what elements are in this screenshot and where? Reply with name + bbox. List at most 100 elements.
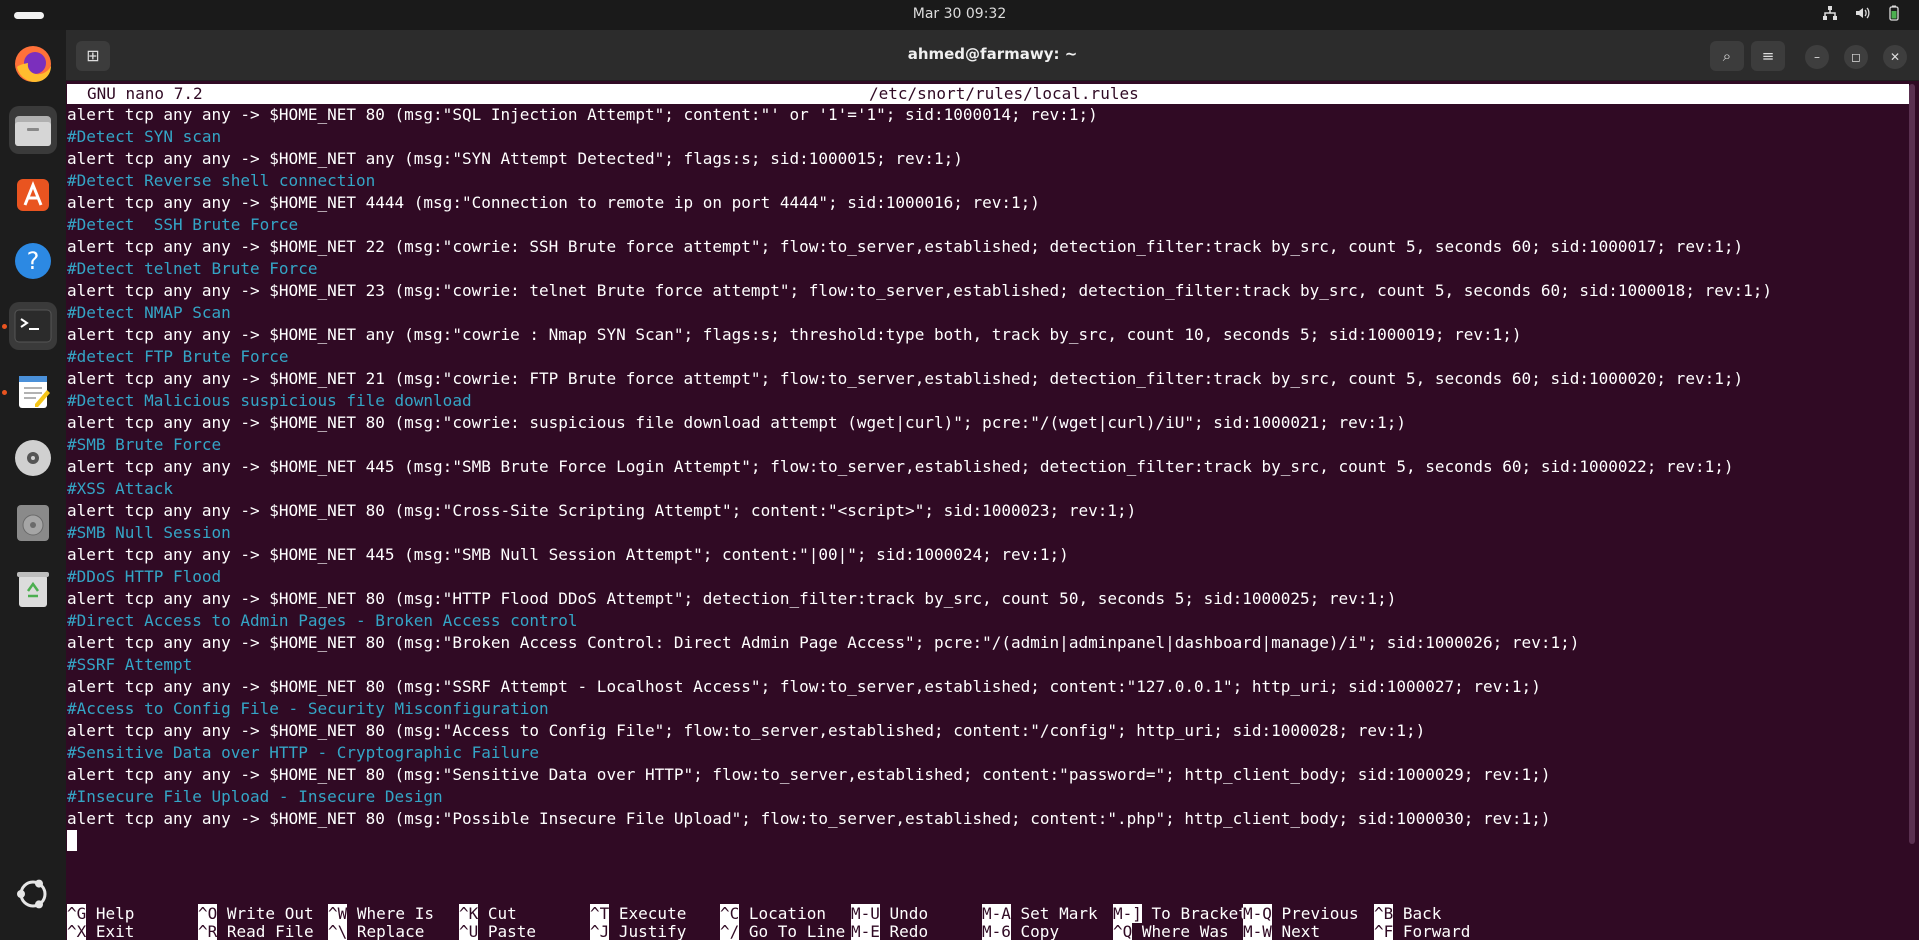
shortcut-label: Where Was — [1132, 922, 1229, 940]
text-editor-icon[interactable] — [9, 368, 57, 416]
close-button[interactable]: ✕ — [1883, 45, 1907, 69]
nano-title-bar: GNU nano 7.2 /etc/snort/rules/local.rule… — [67, 84, 1909, 104]
scrollbar[interactable] — [1909, 84, 1915, 844]
help-icon[interactable]: ? — [9, 237, 57, 285]
shortcut-go-to-line[interactable]: ^/ Go To Line — [720, 921, 845, 940]
rule-line[interactable]: alert tcp any any -> $HOME_NET 80 (msg:"… — [67, 764, 1909, 786]
shortcut-label: Next — [1271, 922, 1321, 940]
rule-line[interactable]: alert tcp any any -> $HOME_NET 80 (msg:"… — [67, 104, 1909, 126]
firefox-icon[interactable] — [9, 40, 57, 88]
rule-line[interactable]: alert tcp any any -> $HOME_NET 21 (msg:"… — [67, 368, 1909, 390]
trash-icon[interactable] — [9, 565, 57, 613]
shortcut-key: M-W — [1243, 922, 1272, 940]
rule-line[interactable]: alert tcp any any -> $HOME_NET 80 (msg:"… — [67, 500, 1909, 522]
comment-line[interactable]: #SMB Brute Force — [67, 434, 1909, 456]
rule-line[interactable]: alert tcp any any -> $HOME_NET 23 (msg:"… — [67, 280, 1909, 302]
rule-line[interactable]: alert tcp any any -> $HOME_NET 4444 (msg… — [67, 192, 1909, 214]
shortcut-key: ^/ — [720, 922, 740, 940]
dock: ? — [0, 30, 66, 940]
comment-line[interactable]: #Detect NMAP Scan — [67, 302, 1909, 324]
svg-text:?: ? — [27, 247, 40, 275]
nano-version: GNU nano 7.2 — [87, 84, 203, 103]
disc-icon[interactable] — [9, 499, 57, 547]
comment-line[interactable]: #Insecure File Upload - Insecure Design — [67, 786, 1909, 808]
shortcut-replace[interactable]: ^\ Replace — [328, 921, 424, 940]
shortcut-key: ^F — [1374, 922, 1394, 940]
nano-editor[interactable]: GNU nano 7.2 /etc/snort/rules/local.rule… — [66, 81, 1919, 940]
text-cursor — [67, 830, 77, 851]
running-indicator — [2, 324, 7, 329]
rule-line[interactable]: alert tcp any any -> $HOME_NET 22 (msg:"… — [67, 236, 1909, 258]
shortcut-key: M-E — [851, 922, 880, 940]
shortcut-key: ^R — [198, 922, 218, 940]
shortcut-label: Redo — [879, 922, 929, 940]
comment-line[interactable]: #detect FTP Brute Force — [67, 346, 1909, 368]
shortcut-next[interactable]: M-W Next — [1243, 921, 1320, 940]
terminal-icon[interactable] — [9, 302, 57, 350]
maximize-button[interactable]: ◻ — [1844, 45, 1868, 69]
comment-line[interactable]: #Detect Reverse shell connection — [67, 170, 1909, 192]
shortcut-key: M-6 — [982, 922, 1011, 940]
running-indicator — [2, 390, 7, 395]
shortcut-key: ^X — [67, 922, 87, 940]
shortcut-paste[interactable]: ^U Paste — [459, 921, 536, 940]
search-button[interactable]: ⌕ — [1710, 41, 1744, 71]
comment-line[interactable]: #SSRF Attempt — [67, 654, 1909, 676]
disc-icon[interactable] — [9, 434, 57, 482]
shortcut-where-was[interactable]: ^Q Where Was — [1113, 921, 1229, 940]
rule-line[interactable]: alert tcp any any -> $HOME_NET 80 (msg:"… — [67, 412, 1909, 434]
shortcut-label: Paste — [478, 922, 537, 940]
menu-button[interactable]: ≡ — [1751, 41, 1785, 71]
shortcut-justify[interactable]: ^J Justify — [590, 921, 686, 940]
rule-line[interactable]: alert tcp any any -> $HOME_NET 80 (msg:"… — [67, 808, 1909, 830]
comment-line[interactable]: #Detect SSH Brute Force — [67, 214, 1909, 236]
ubuntu-logo-icon[interactable] — [9, 870, 57, 918]
system-tray[interactable] — [1821, 5, 1903, 23]
shortcut-key: ^\ — [328, 922, 348, 940]
rule-line[interactable]: alert tcp any any -> $HOME_NET 80 (msg:"… — [67, 676, 1909, 698]
network-icon[interactable] — [1821, 5, 1839, 23]
comment-line[interactable]: #Detect telnet Brute Force — [67, 258, 1909, 280]
shortcut-label: Replace — [347, 922, 425, 940]
comment-line[interactable]: #Access to Config File - Security Miscon… — [67, 698, 1909, 720]
folder-icon[interactable] — [9, 106, 57, 154]
cursor-line[interactable] — [67, 830, 1909, 852]
minimize-button[interactable]: – — [1805, 45, 1829, 69]
window-title: ahmed@farmawy: ~ — [907, 45, 1078, 63]
comment-line[interactable]: #SMB Null Session — [67, 522, 1909, 544]
app-center-icon[interactable] — [9, 171, 57, 219]
comment-line[interactable]: #Sensitive Data over HTTP - Cryptographi… — [67, 742, 1909, 764]
shortcut-read-file[interactable]: ^R Read File — [198, 921, 314, 940]
rule-line[interactable]: alert tcp any any -> $HOME_NET 80 (msg:"… — [67, 632, 1909, 654]
shortcut-label: Read File — [217, 922, 314, 940]
shortcut-label: Justify — [609, 922, 687, 940]
shortcut-forward[interactable]: ^F Forward — [1374, 921, 1470, 940]
battery-icon[interactable] — [1885, 5, 1903, 23]
rule-line[interactable]: alert tcp any any -> $HOME_NET any (msg:… — [67, 324, 1909, 346]
shortcut-key: ^U — [459, 922, 479, 940]
rule-line[interactable]: alert tcp any any -> $HOME_NET 80 (msg:"… — [67, 588, 1909, 610]
comment-line[interactable]: #XSS Attack — [67, 478, 1909, 500]
terminal-window: ⊞ ahmed@farmawy: ~ ⌕ ≡ – ◻ ✕ GNU nano 7.… — [66, 30, 1919, 940]
comment-line[interactable]: #Detect Malicious suspicious file downlo… — [67, 390, 1909, 412]
comment-line[interactable]: #Detect SYN scan — [67, 126, 1909, 148]
rule-line[interactable]: alert tcp any any -> $HOME_NET 445 (msg:… — [67, 456, 1909, 478]
shortcut-copy[interactable]: M-6 Copy — [982, 921, 1059, 940]
rule-line[interactable]: alert tcp any any -> $HOME_NET any (msg:… — [67, 148, 1909, 170]
top-bar: Mar 30 09:32 — [0, 0, 1919, 30]
rule-line[interactable]: alert tcp any any -> $HOME_NET 80 (msg:"… — [67, 720, 1909, 742]
clock[interactable]: Mar 30 09:32 — [0, 6, 1919, 22]
shortcut-redo[interactable]: M-E Redo — [851, 921, 928, 940]
nano-filename: /etc/snort/rules/local.rules — [869, 84, 1139, 103]
rule-line[interactable]: alert tcp any any -> $HOME_NET 445 (msg:… — [67, 544, 1909, 566]
shortcut-label: Exit — [86, 922, 135, 940]
comment-line[interactable]: #DDoS HTTP Flood — [67, 566, 1909, 588]
shortcut-key: ^J — [590, 922, 610, 940]
window-header: ⊞ ahmed@farmawy: ~ ⌕ ≡ – ◻ ✕ — [66, 30, 1919, 81]
shortcut-exit[interactable]: ^X Exit — [67, 921, 134, 940]
volume-icon[interactable] — [1853, 5, 1871, 23]
editor-buffer[interactable]: alert tcp any any -> $HOME_NET 80 (msg:"… — [67, 104, 1909, 852]
shortcut-label: Copy — [1010, 922, 1060, 940]
shortcut-label: Forward — [1393, 922, 1471, 940]
comment-line[interactable]: #Direct Access to Admin Pages - Broken A… — [67, 610, 1909, 632]
